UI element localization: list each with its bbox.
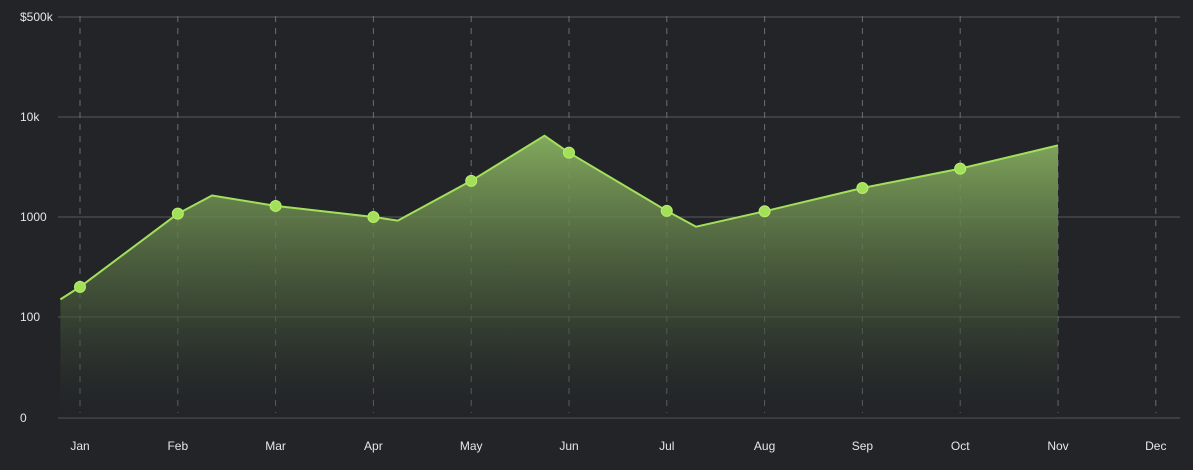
y-axis-tick-labels: 0 100 1000 10k $500k <box>20 10 54 425</box>
data-point-apr[interactable] <box>367 211 380 223</box>
x-tick-label: Apr <box>364 439 383 453</box>
x-tick-label: Sep <box>852 439 874 453</box>
data-point-oct[interactable] <box>954 162 967 175</box>
area-chart: 0 100 1000 10k $500k Jan Feb Mar Apr May Jun Jul Au… <box>0 0 1193 470</box>
data-point-feb[interactable] <box>171 207 184 220</box>
data-point-sep[interactable] <box>856 181 869 194</box>
y-tick-label: 100 <box>20 310 40 324</box>
x-tick-label: May <box>460 439 483 453</box>
x-tick-label: Mar <box>265 439 286 453</box>
x-tick-label: Jan <box>70 439 89 453</box>
x-tick-label: Oct <box>951 439 970 453</box>
x-tick-label: Feb <box>167 439 188 453</box>
y-tick-label: 10k <box>20 110 40 124</box>
y-tick-label: 0 <box>20 411 27 425</box>
x-tick-label: Aug <box>754 439 775 453</box>
data-point-may[interactable] <box>465 174 478 187</box>
y-tick-label: 1000 <box>20 210 47 224</box>
x-tick-label: Jul <box>659 439 674 453</box>
x-tick-label: Jun <box>559 439 578 453</box>
data-point-jul[interactable] <box>660 204 673 217</box>
x-tick-label: Dec <box>1145 439 1166 453</box>
x-tick-label: Nov <box>1047 439 1068 453</box>
data-point-jan[interactable] <box>74 280 86 293</box>
chart-svg: 0 100 1000 10k $500k Jan Feb Mar Apr May Jun Jul Au… <box>20 10 1180 453</box>
data-point-aug[interactable] <box>758 205 771 218</box>
data-point-jun[interactable] <box>563 146 575 159</box>
x-axis-tick-labels: Jan Feb Mar Apr May Jun Jul Aug Sep Oct Nov Dec <box>70 439 1166 453</box>
y-tick-label: $500k <box>20 10 54 24</box>
data-point-mar[interactable] <box>269 199 282 212</box>
